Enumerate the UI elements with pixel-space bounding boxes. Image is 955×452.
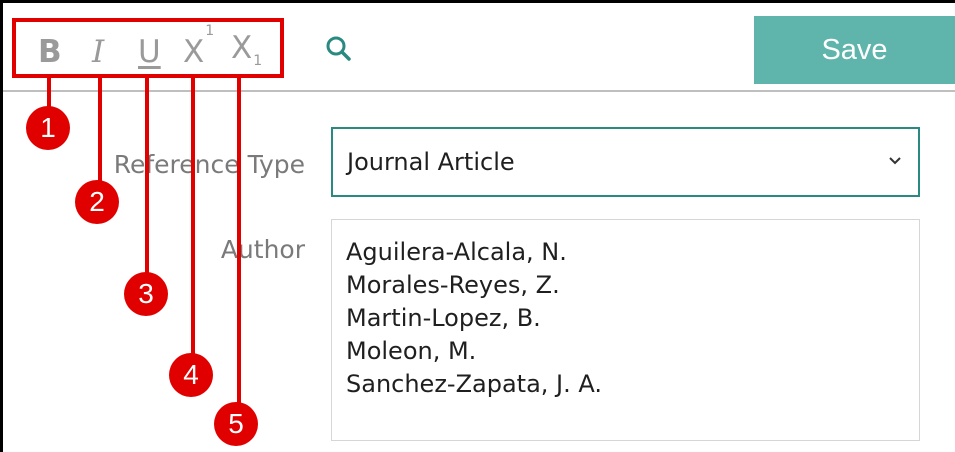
reference-type-label: Reference Type	[113, 150, 305, 179]
callout-badge-5: 5	[214, 402, 258, 446]
author-line: Morales-Reyes, Z.	[346, 271, 560, 299]
reference-type-value: Journal Article	[347, 148, 515, 176]
callout-badge-4: 4	[169, 353, 213, 397]
callout-badge-3: 3	[124, 272, 168, 316]
callout-line-2	[98, 76, 102, 186]
chevron-down-icon	[889, 157, 901, 165]
callout-line-1	[47, 76, 51, 110]
callout-line-3	[145, 76, 149, 276]
callout-line-5	[237, 76, 241, 404]
reference-type-select[interactable]: Journal Article	[331, 127, 920, 197]
search-button[interactable]	[322, 32, 358, 68]
author-label: Author	[220, 235, 305, 264]
callout-line-4	[191, 76, 195, 356]
toolbar-highlight-box	[12, 18, 284, 78]
author-line: Martin-Lopez, B.	[346, 304, 541, 332]
search-icon	[326, 36, 351, 61]
author-line: Aguilera-Alcala, N.	[346, 238, 567, 266]
author-line: Sanchez-Zapata, J. A.	[346, 370, 603, 398]
author-field[interactable]: Aguilera-Alcala, N. Morales-Reyes, Z. Ma…	[331, 219, 920, 441]
save-button[interactable]: Save	[754, 16, 955, 84]
callout-badge-1: 1	[26, 106, 70, 150]
callout-badge-2: 2	[75, 180, 119, 224]
author-line: Moleon, M.	[346, 337, 477, 365]
